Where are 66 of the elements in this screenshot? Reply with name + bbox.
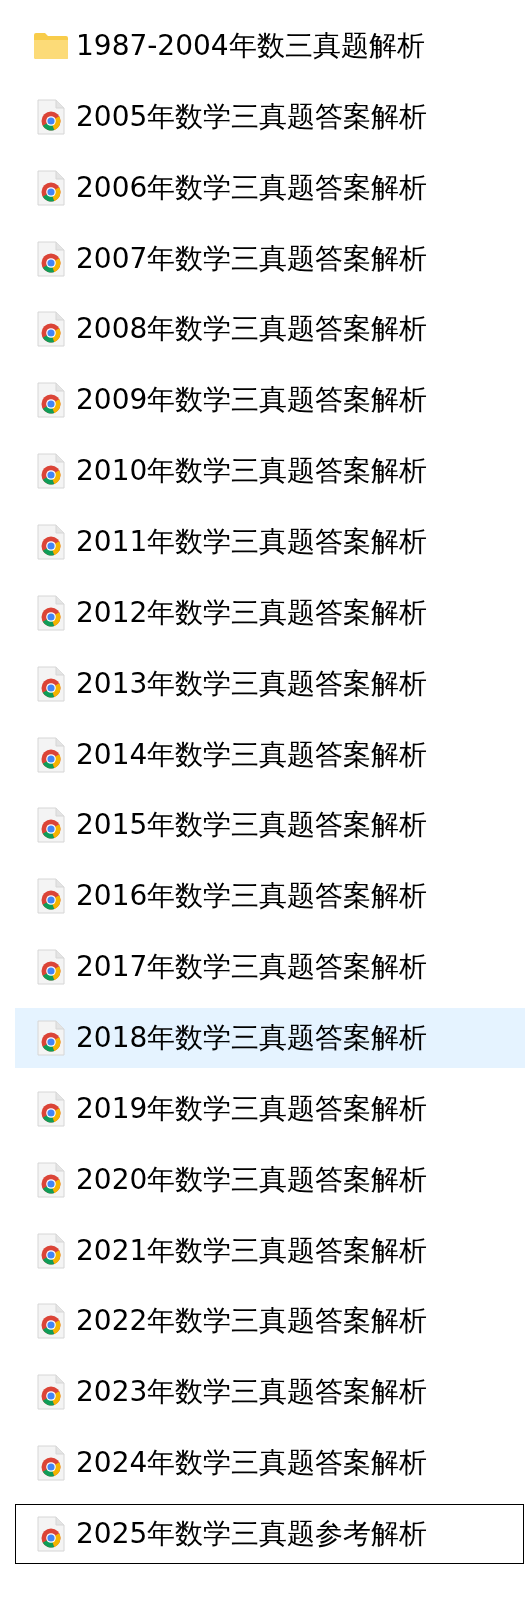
document-icon bbox=[37, 736, 65, 773]
file-item[interactable]: 2021年数学三真题答案解析 bbox=[15, 1220, 525, 1281]
file-name: 2005年数学三真题答案解析 bbox=[76, 98, 428, 135]
file-name: 2018年数学三真题答案解析 bbox=[76, 1020, 428, 1057]
file-name: 2014年数学三真题答案解析 bbox=[76, 736, 428, 773]
file-item[interactable]: 2017年数学三真题答案解析 bbox=[15, 937, 525, 998]
file-name: 2006年数学三真题答案解析 bbox=[76, 169, 428, 206]
document-icon bbox=[37, 807, 65, 844]
document-icon bbox=[37, 665, 65, 702]
file-item[interactable]: 2015年数学三真题答案解析 bbox=[15, 795, 525, 856]
file-name: 2019年数学三真题答案解析 bbox=[76, 1090, 428, 1127]
file-name: 2007年数学三真题答案解析 bbox=[76, 240, 428, 277]
document-icon bbox=[37, 453, 65, 490]
folder-icon bbox=[33, 32, 69, 60]
file-item[interactable]: 2016年数学三真题答案解析 bbox=[15, 866, 525, 927]
file-name: 2025年数学三真题参考解析 bbox=[76, 1516, 428, 1553]
document-icon bbox=[37, 98, 65, 135]
file-item[interactable]: 2024年数学三真题答案解析 bbox=[15, 1433, 525, 1494]
file-item[interactable]: 2012年数学三真题答案解析 bbox=[15, 582, 525, 643]
file-name: 2020年数学三真题答案解析 bbox=[76, 1161, 428, 1198]
document-icon bbox=[37, 949, 65, 986]
document-icon bbox=[37, 1161, 65, 1198]
file-item[interactable]: 2022年数学三真题答案解析 bbox=[15, 1291, 525, 1352]
file-name: 2010年数学三真题答案解析 bbox=[76, 453, 428, 490]
document-icon bbox=[37, 169, 65, 206]
file-item[interactable]: 2013年数学三真题答案解析 bbox=[15, 653, 525, 714]
file-item[interactable]: 2018年数学三真题答案解析 bbox=[15, 1008, 525, 1069]
file-item[interactable]: 2019年数学三真题答案解析 bbox=[15, 1078, 525, 1139]
document-icon bbox=[37, 240, 65, 277]
document-icon bbox=[37, 1374, 65, 1411]
document-icon bbox=[37, 1232, 65, 1269]
file-item[interactable]: 2008年数学三真题答案解析 bbox=[15, 299, 525, 360]
file-item[interactable]: 2009年数学三真题答案解析 bbox=[15, 370, 525, 431]
file-name: 2021年数学三真题答案解析 bbox=[76, 1232, 428, 1269]
file-item[interactable]: 2020年数学三真题答案解析 bbox=[15, 1149, 525, 1210]
file-item[interactable]: 2005年数学三真题答案解析 bbox=[15, 86, 525, 147]
file-name: 2009年数学三真题答案解析 bbox=[76, 382, 428, 419]
file-name: 2015年数学三真题答案解析 bbox=[76, 807, 428, 844]
file-item[interactable]: 2010年数学三真题答案解析 bbox=[15, 441, 525, 502]
file-name: 2008年数学三真题答案解析 bbox=[76, 311, 428, 348]
document-icon bbox=[37, 878, 65, 915]
file-name: 1987-2004年数三真题解析 bbox=[76, 28, 425, 64]
file-item[interactable]: 2023年数学三真题答案解析 bbox=[15, 1362, 525, 1423]
file-item[interactable]: 2025年数学三真题参考解析 bbox=[15, 1504, 524, 1565]
file-name: 2023年数学三真题答案解析 bbox=[76, 1374, 428, 1411]
file-item[interactable]: 2014年数学三真题答案解析 bbox=[15, 724, 525, 785]
document-icon bbox=[37, 382, 65, 419]
document-icon bbox=[37, 1303, 65, 1340]
document-icon bbox=[37, 1020, 65, 1057]
document-icon bbox=[37, 1516, 65, 1553]
file-name: 2013年数学三真题答案解析 bbox=[76, 665, 428, 702]
document-icon bbox=[37, 1090, 65, 1127]
file-item[interactable]: 2007年数学三真题答案解析 bbox=[15, 228, 525, 289]
document-icon bbox=[37, 524, 65, 560]
file-name: 2024年数学三真题答案解析 bbox=[76, 1445, 428, 1482]
file-name: 2011年数学三真题答案解析 bbox=[76, 524, 428, 560]
file-name: 2012年数学三真题答案解析 bbox=[76, 594, 428, 631]
file-item[interactable]: 2006年数学三真题答案解析 bbox=[15, 157, 525, 218]
file-name: 2022年数学三真题答案解析 bbox=[76, 1303, 428, 1340]
document-icon bbox=[37, 594, 65, 631]
file-name: 2017年数学三真题答案解析 bbox=[76, 949, 428, 986]
file-item[interactable]: 2011年数学三真题答案解析 bbox=[15, 512, 525, 572]
file-item[interactable]: 1987-2004年数三真题解析 bbox=[15, 16, 525, 76]
file-name: 2016年数学三真题答案解析 bbox=[76, 878, 428, 915]
document-icon bbox=[37, 1445, 65, 1482]
document-icon bbox=[37, 311, 65, 348]
